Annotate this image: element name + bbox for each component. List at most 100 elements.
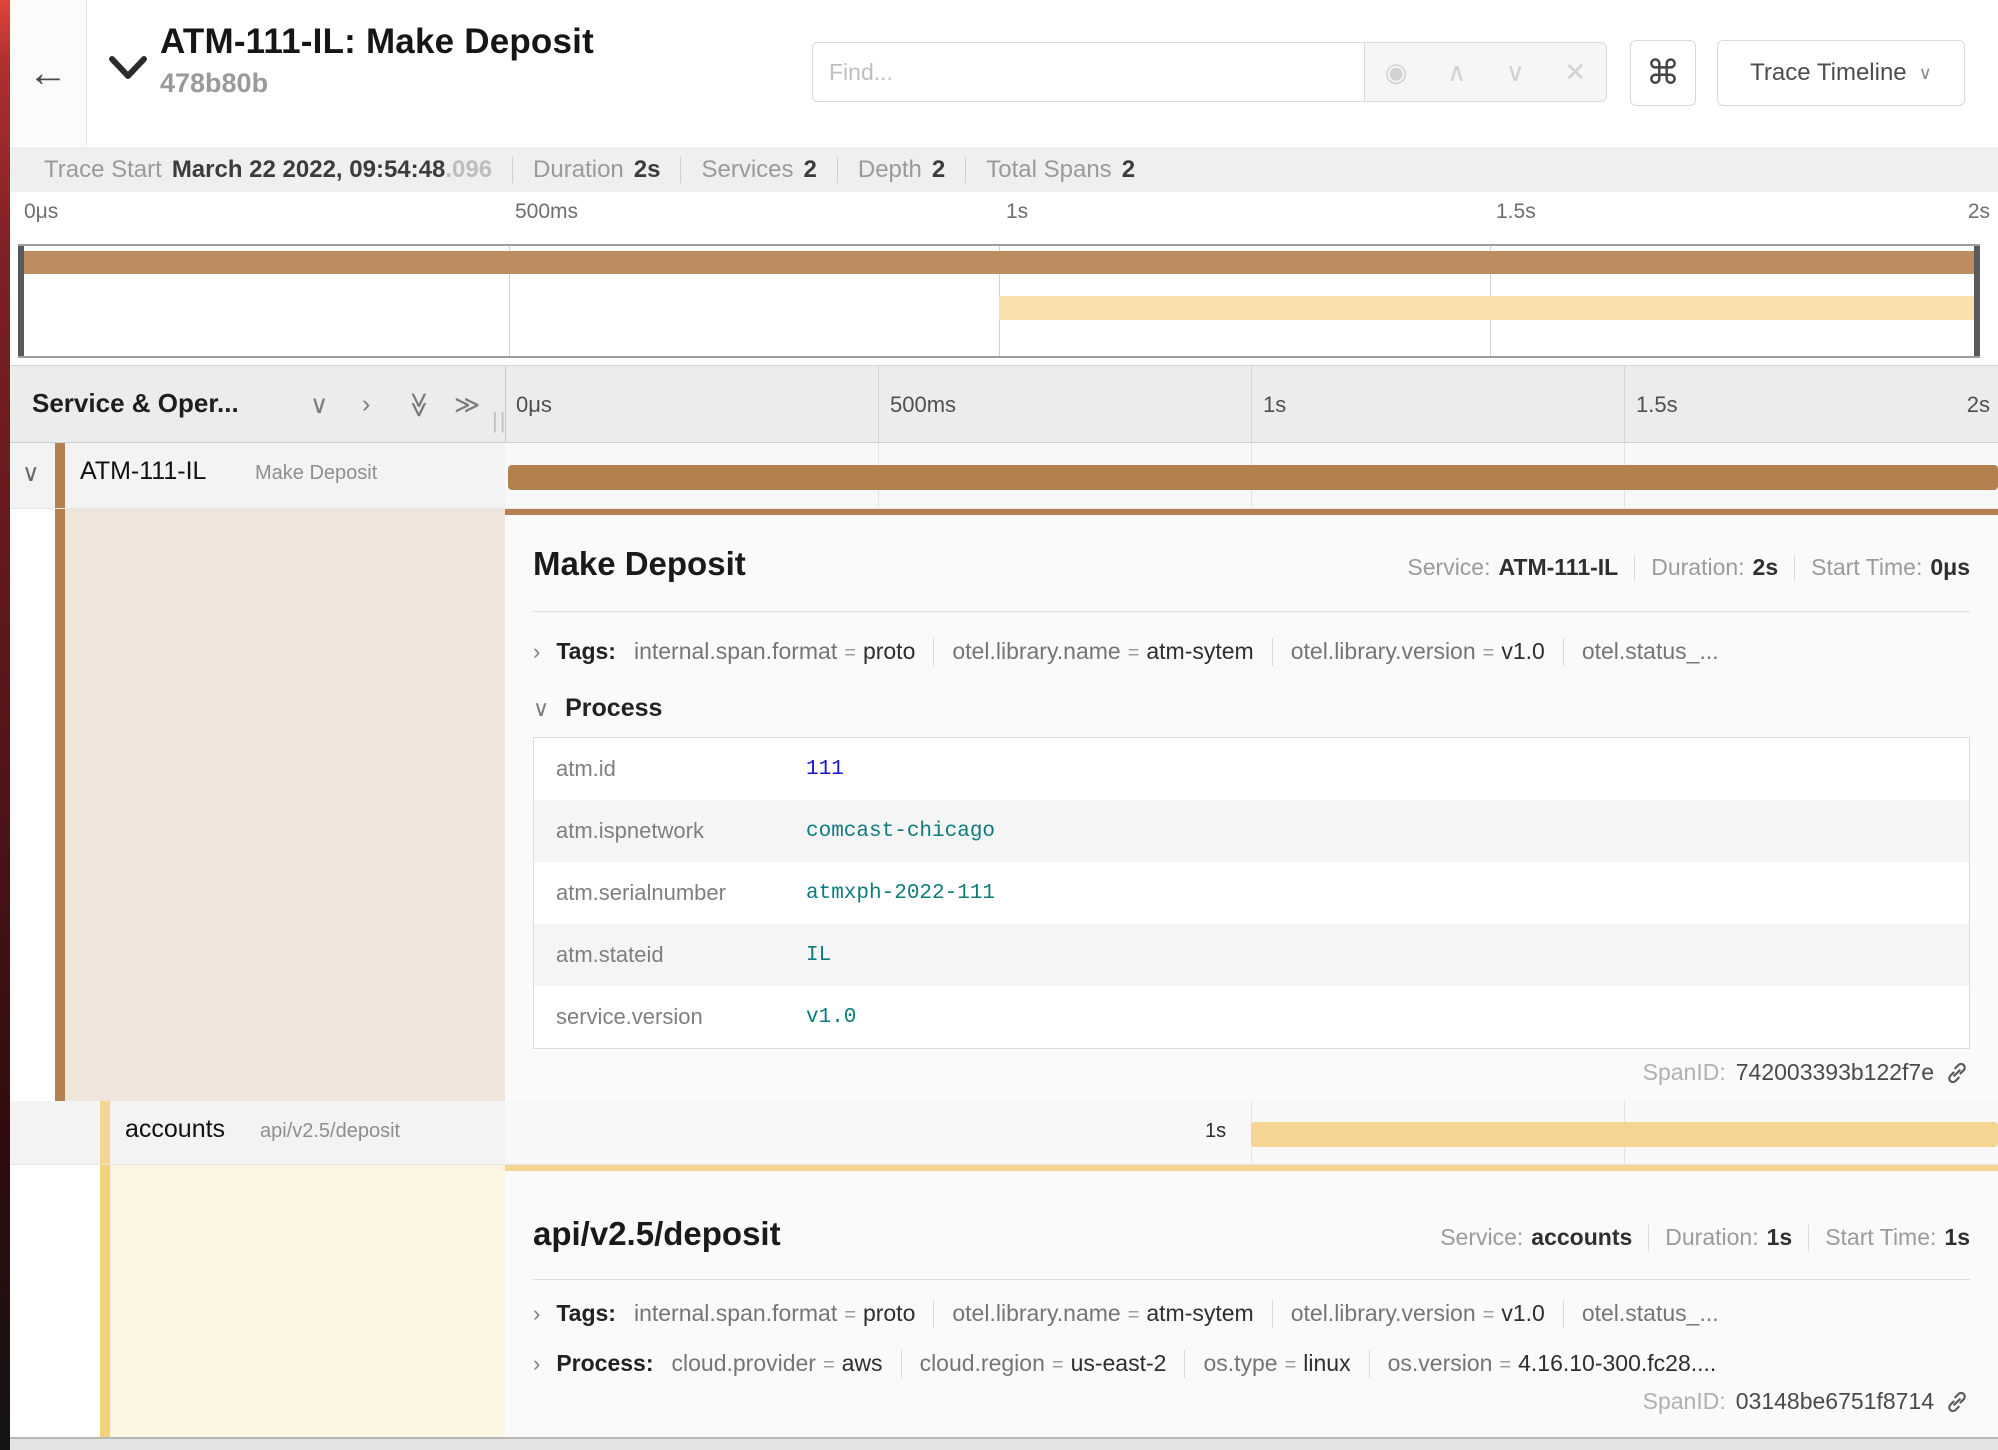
span-row-atm-name-cell[interactable]: ∨ ATM-111-IL Make Deposit [10,443,505,508]
chevron-right-icon: › [533,639,540,665]
command-icon: ⌘ [1646,53,1680,93]
trace-minimap: 0μs 500ms 1s 1.5s 2s [10,192,1998,365]
tick-1s: 1s [1006,200,1028,224]
depth-label: Depth [858,156,922,184]
tag-item: os.type = linux [1203,1350,1350,1377]
detail-title: api/v2.5/deposit [533,1215,781,1253]
minimap-canvas[interactable] [18,244,1980,358]
expand-all-icon[interactable]: ≫ [454,390,480,420]
detail-meta: Service: ATM-111-IL Duration: 2s Start T… [1407,554,1970,581]
detail-indent-column [100,1165,505,1437]
operation-name: Make Deposit [255,462,377,485]
divider [901,1350,902,1378]
clear-search-icon[interactable]: ✕ [1564,57,1586,88]
table-row: atm.stateid IL [534,924,1969,986]
chevron-down-icon [109,55,147,81]
tag-item: os.version = 4.16.10-300.fc28.... [1388,1350,1717,1377]
ruler-gridline [1251,366,1252,442]
duration-value: 2s [634,156,661,184]
tags-accordion[interactable]: › Tags: internal.span.format = proto ote… [533,1300,1970,1328]
span-row-accounts: accounts api/v2.5/deposit 1s [10,1101,1998,1165]
span-id-row: SpanID: 03148be6751f8714 [533,1388,1970,1415]
back-button[interactable]: ← [10,0,87,146]
minimap-left-handle[interactable] [18,246,24,356]
divider [533,611,1970,612]
trace-start-ms: .096 [445,156,492,184]
service-label: Service: [1407,554,1490,581]
divider [1272,1300,1273,1328]
process-accordion[interactable]: ∨ Process [533,694,1970,723]
process-kv-table: atm.id 111 atm.ispnetwork comcast-chicag… [533,737,1970,1049]
tags-accordion[interactable]: › Tags: internal.span.format = proto ote… [533,638,1970,666]
divider [933,638,934,666]
bottom-scrollbar-strip[interactable] [10,1437,1998,1450]
span-row-atm-timeline-cell [505,443,1998,508]
divider [965,157,966,183]
span-id-row: SpanID: 742003393b122f7e [533,1059,1970,1086]
depth-value: 2 [932,156,945,184]
ruler-tick-500ms: 500ms [890,392,956,418]
link-icon[interactable] [1944,1389,1970,1415]
detail-header: api/v2.5/deposit Service: accounts Durat… [533,1215,1970,1253]
span-bar-accounts[interactable] [1251,1122,1998,1147]
services-value: 2 [804,156,817,184]
divider [1369,1350,1370,1378]
service-operation-column-title: Service & Oper... [32,388,239,419]
expand-one-icon[interactable]: › [362,390,370,419]
operation-name: api/v2.5/deposit [260,1120,400,1143]
ruler-tick-0us: 0μs [516,392,552,418]
service-color-bar [55,443,65,508]
ruler-tick-2s: 2s [1967,392,1990,418]
span-id-value: 03148be6751f8714 [1736,1388,1934,1415]
service-value: accounts [1531,1224,1632,1251]
ruler-tick-1-5s: 1.5s [1636,392,1678,418]
duration-value: 2s [1753,554,1779,581]
view-selector-button[interactable]: Trace Timeline ∨ [1717,40,1965,106]
back-arrow-icon: ← [28,51,68,96]
collapse-all-icon[interactable]: ≫ [406,390,432,420]
expander-chevron-icon[interactable]: ∨ [22,459,40,488]
divider [1563,638,1564,666]
divider [1808,1225,1809,1251]
span-detail-atm: Make Deposit Service: ATM-111-IL Duratio… [10,509,1998,1101]
span-bar-atm[interactable] [508,465,1998,490]
link-icon[interactable] [1944,1060,1970,1086]
start-time-label: Start Time: [1825,1224,1936,1251]
top-bar: ← ATM-111-IL: Make Deposit 478b80b ◉ ∧ ∨… [10,0,1998,148]
span-row-accounts-name-cell[interactable]: accounts api/v2.5/deposit [10,1101,505,1164]
chevron-right-icon: › [533,1351,540,1377]
trace-start-label: Trace Start [44,156,162,184]
minimap-ticks: 0μs 500ms 1s 1.5s 2s [18,200,1990,230]
next-match-icon[interactable]: ∨ [1506,57,1525,88]
tags-label: Tags: [556,638,616,665]
locate-icon[interactable]: ◉ [1385,57,1408,88]
divider [512,157,513,183]
ruler-gridline [878,366,879,442]
span-detail-panel: api/v2.5/deposit Service: accounts Durat… [505,1165,1998,1437]
service-color-bar [55,509,65,1101]
detail-meta: Service: accounts Duration: 1s Start Tim… [1440,1224,1970,1251]
column-border [505,366,506,442]
indent-spacer [10,509,55,1101]
page-title: ATM-111-IL: Make Deposit [160,22,594,62]
divider [1272,638,1273,666]
keyboard-shortcuts-button[interactable]: ⌘ [1630,40,1696,106]
chevron-right-icon: › [533,1301,540,1327]
chevron-down-icon: ∨ [533,696,549,722]
process-label: Process [565,694,662,723]
trace-summary-bar: Trace Start March 22 2022, 09:54:48 .096… [10,147,1998,192]
prev-match-icon[interactable]: ∧ [1447,57,1466,88]
duration-label: Duration [533,156,624,184]
find-input[interactable] [812,42,1365,102]
find-controls: ◉ ∧ ∨ ✕ [1365,42,1607,102]
service-color-bar [100,1101,110,1164]
minimap-right-handle[interactable] [1974,246,1980,356]
divider [1648,1225,1649,1251]
ruler-gridline [1624,366,1625,442]
process-accordion[interactable]: › Process: cloud.provider = aws cloud.re… [533,1350,1970,1378]
tag-item: otel.library.name = atm-sytem [952,638,1253,665]
divider [680,157,681,183]
collapse-one-icon[interactable]: ∨ [310,390,328,420]
collapse-trace-button[interactable] [106,48,150,88]
span-duration-label: 1s [1205,1120,1226,1143]
